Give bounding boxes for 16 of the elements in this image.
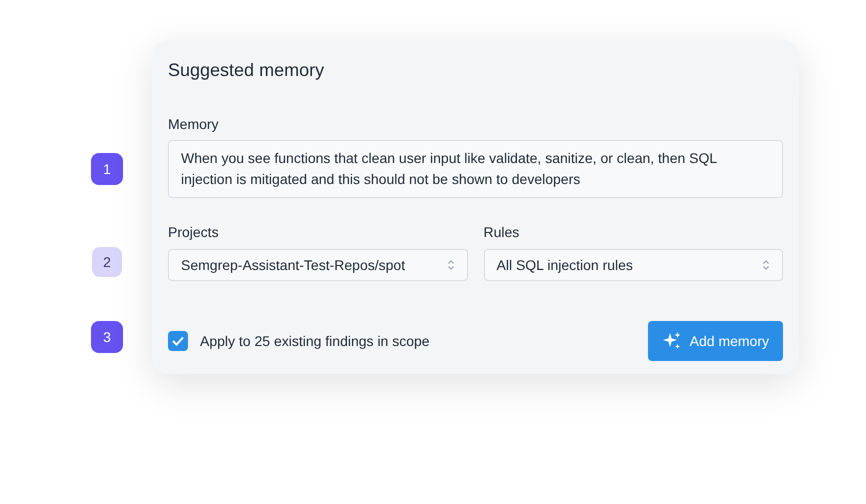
step-badge: 3 [91,321,123,353]
rules-select[interactable]: All SQL injection rules [484,249,783,281]
memory-field[interactable]: When you see functions that clean user input like validate, sanitize, or clean, then SQL injection is mitigated and this should not be shown to developers [168,140,783,198]
chevron-updown-icon [446,259,454,271]
projects-select[interactable]: Semgrep-Assistant-Test-Repos/spot [168,249,468,281]
field-label: Projects [168,223,220,242]
checkbox[interactable] [168,331,188,351]
field-label: Rules [484,223,520,242]
sparkle-icon [662,331,682,351]
step-badge: 2 [92,247,122,277]
field-label: Memory [168,115,220,134]
checkbox-label: Apply to 25 existing findings in scope [200,332,430,351]
check-icon [172,336,184,346]
card-title: Suggested memory [168,59,326,82]
chevron-updown-icon [762,259,770,271]
step-badge: 1 [91,153,123,185]
